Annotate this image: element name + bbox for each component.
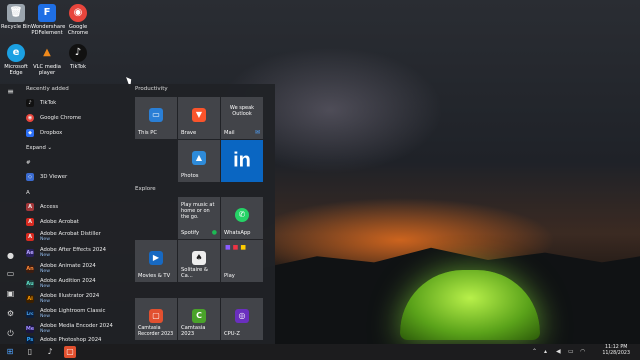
- desktop-icon-vlc[interactable]: ▲ VLC media player: [31, 44, 63, 77]
- distiller-icon: A: [26, 232, 34, 241]
- brave-icon: ▼: [192, 107, 206, 122]
- app-item-after-effects[interactable]: Ae Adobe After Effects 2024 New: [26, 245, 130, 260]
- recycle-bin-icon: 🗑: [7, 4, 25, 22]
- tiles-panel: Productivity ▭ This PC ▼ Brave We speak …: [130, 84, 275, 344]
- pictures-icon[interactable]: ▣: [5, 288, 16, 299]
- recently-added-heading: Recently added: [26, 86, 69, 92]
- desktop-icon-edge[interactable]: e Microsoft Edge: [0, 44, 32, 76]
- network-icon[interactable]: ▴: [544, 348, 547, 355]
- chevron-up-icon[interactable]: ⌃: [532, 348, 537, 355]
- app-item-dropbox[interactable]: ◆ Dropbox: [26, 126, 130, 139]
- app-item-lightroom[interactable]: Lrc Adobe Lightroom Classic New: [26, 306, 130, 321]
- linkedin-icon: in: [233, 149, 251, 172]
- group-productivity: Productivity: [135, 86, 168, 92]
- edge-icon: e: [7, 44, 25, 62]
- tiktok-icon: ♪: [26, 98, 34, 107]
- 3d-viewer-icon: ◇: [26, 172, 34, 181]
- illustrator-icon: Ai: [26, 294, 34, 303]
- desktop-icon-tiktok[interactable]: ♪ TikTok: [62, 44, 94, 70]
- audition-icon: Au: [26, 279, 34, 288]
- spotify-icon: ●: [211, 229, 217, 236]
- dropbox-icon: ◆: [26, 128, 34, 137]
- movies-icon: ▶: [149, 250, 163, 265]
- chevron-down-icon: ⌄: [47, 144, 52, 151]
- taskbar: ⊞ ▯ ♪ ▢ ⌃ ▴ ◀ ▭ ◠ 11:12 PM 11/28/2023: [0, 344, 640, 360]
- app-item-adobe-acrobat[interactable]: A Adobe Acrobat: [26, 215, 130, 228]
- tile-whatsapp[interactable]: ✆ WhatsApp: [221, 197, 263, 239]
- app-list: Recently added ♪ TikTok ◉ Google Chrome …: [20, 84, 130, 344]
- chrome-icon: ◉: [69, 4, 87, 22]
- mail-icon: ✉: [254, 129, 260, 136]
- photos-icon: ▲: [192, 150, 206, 165]
- power-icon[interactable]: ⏻: [5, 328, 16, 339]
- desktop-icon-recycle-bin[interactable]: 🗑 Recycle Bin: [0, 4, 32, 30]
- tile-camtasia-recorder[interactable]: ▢ Camtasia Recorder 2023: [135, 298, 177, 340]
- taskbar-tiktok-icon[interactable]: ♪: [44, 346, 56, 358]
- photoshop-icon: Ps: [26, 335, 34, 344]
- app-item-animate[interactable]: An Adobe Animate 2024 New: [26, 261, 130, 276]
- tile-this-pc[interactable]: ▭ This PC: [135, 97, 177, 139]
- battery-icon[interactable]: ▭: [568, 348, 574, 355]
- computer-icon: ▭: [149, 107, 163, 122]
- app-item-illustrator[interactable]: Ai Adobe Illustrator 2024 New: [26, 291, 130, 306]
- app-item-tiktok[interactable]: ♪ TikTok: [26, 96, 130, 109]
- volume-icon[interactable]: ◀: [556, 348, 561, 355]
- acrobat-icon: A: [26, 217, 34, 226]
- chrome-icon: ◉: [26, 113, 34, 122]
- access-icon: A: [26, 202, 34, 211]
- desktop-icon-pdfelement[interactable]: F Wondershare PDFelement: [31, 4, 65, 36]
- windows-start-icon[interactable]: ⊞: [4, 346, 16, 358]
- play-folder-icons: ■ ■ ■: [225, 244, 247, 251]
- lightroom-icon: Lrc: [26, 309, 34, 318]
- animate-icon: An: [26, 264, 34, 273]
- pdfelement-icon: F: [38, 4, 56, 22]
- tile-cpu-z[interactable]: ◎ CPU-Z: [221, 298, 263, 340]
- start-rail: ≡ ● ▭ ▣ ⚙ ⏻: [0, 84, 20, 344]
- app-item-access[interactable]: A Access: [26, 200, 130, 213]
- app-item-acrobat-distiller[interactable]: A Adobe Acrobat Distiller New: [26, 229, 130, 244]
- tile-photos[interactable]: ▲ Photos: [178, 140, 220, 182]
- taskbar-camtasia-recorder-icon[interactable]: ▢: [64, 346, 76, 358]
- whatsapp-icon: ✆: [235, 207, 249, 222]
- section-a[interactable]: A: [26, 190, 30, 196]
- task-view-icon[interactable]: ▯: [24, 346, 36, 358]
- after-effects-icon: Ae: [26, 248, 34, 257]
- tile-solitaire[interactable]: ♠ Solitaire & Ca...: [178, 240, 220, 282]
- tile-mail[interactable]: We speak Outlook Mail ✉: [221, 97, 263, 139]
- tile-play[interactable]: ■ ■ ■ Play: [221, 240, 263, 282]
- tile-spotify[interactable]: Play music at home or on the go. Spotify…: [178, 197, 220, 239]
- cpu-z-icon: ◎: [235, 308, 249, 323]
- tile-movies-tv[interactable]: ▶ Movies & TV: [135, 240, 177, 282]
- camtasia-recorder-icon: ▢: [149, 308, 163, 323]
- clock-date: 11/28/2023: [602, 351, 630, 356]
- taskbar-clock[interactable]: 11:12 PM 11/28/2023: [602, 345, 630, 357]
- app-item-3d-viewer[interactable]: ◇ 3D Viewer: [26, 170, 130, 183]
- documents-icon[interactable]: ▭: [5, 268, 16, 279]
- settings-icon[interactable]: ⚙: [5, 308, 16, 319]
- desktop-icon-chrome[interactable]: ◉ Google Chrome: [62, 4, 94, 36]
- start-menu: ≡ ● ▭ ▣ ⚙ ⏻ Recently added ♪ TikTok ◉ Go…: [0, 84, 275, 344]
- expand-button[interactable]: Expand ⌄: [26, 141, 130, 154]
- app-item-audition[interactable]: Au Adobe Audition 2024 New: [26, 276, 130, 291]
- cards-icon: ♠: [192, 250, 206, 265]
- camtasia-icon: C: [192, 308, 206, 323]
- vlc-icon: ▲: [43, 47, 51, 58]
- hamburger-icon[interactable]: ≡: [5, 86, 16, 97]
- user-avatar-icon[interactable]: ●: [5, 250, 16, 261]
- tile-linkedin[interactable]: in: [221, 140, 263, 182]
- app-item-chrome[interactable]: ◉ Google Chrome: [26, 111, 130, 124]
- tile-camtasia[interactable]: C Camtasia 2023: [178, 298, 220, 340]
- tiktok-icon: ♪: [69, 44, 87, 62]
- tile-brave[interactable]: ▼ Brave: [178, 97, 220, 139]
- section-hash[interactable]: #: [26, 160, 31, 166]
- group-explore: Explore: [135, 186, 156, 192]
- media-encoder-icon: Me: [25, 324, 35, 333]
- wifi-icon[interactable]: ◠: [580, 348, 585, 355]
